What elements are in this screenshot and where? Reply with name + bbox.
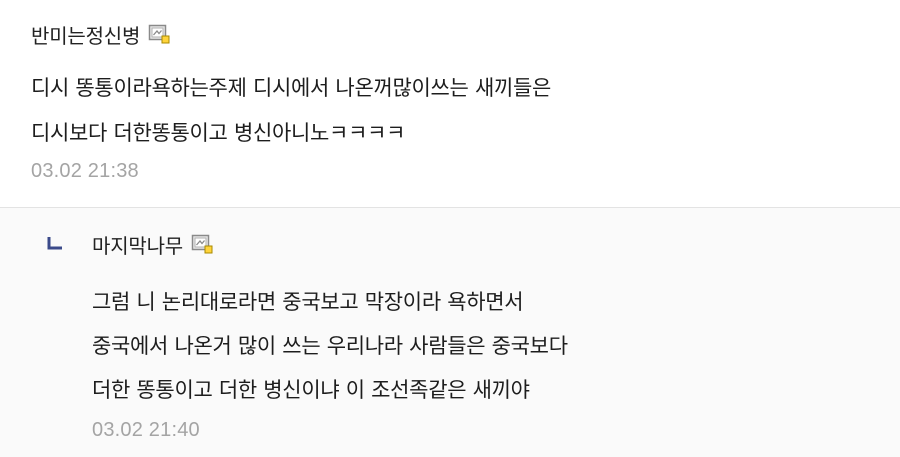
comment-item: 반미는정신병 디시 똥통이라욕하는주제 디시에서 나온꺼많이쓰는 새끼들은 디시…: [0, 0, 900, 208]
gallog-icon[interactable]: [191, 234, 213, 254]
comment-body: 디시 똥통이라욕하는주제 디시에서 나온꺼많이쓰는 새끼들은 디시보다 더한똥통…: [31, 66, 871, 156]
comment-header: 반미는정신병: [31, 18, 170, 50]
comment-date: 03.02 21:38: [31, 160, 139, 182]
reply-line: 그럼 니 논리대로라면 중국보고 막장이라 욕하면서: [92, 290, 524, 314]
reply-line: 중국에서 나온거 많이 쓰는 우리나라 사람들은 중국보다: [92, 334, 568, 358]
reply-body: 그럼 니 논리대로라면 중국보고 막장이라 욕하면서 중국에서 나온거 많이 쓰…: [92, 280, 882, 412]
comment-nickname[interactable]: 반미는정신병: [31, 20, 140, 49]
reply-date: 03.02 21:40: [92, 419, 200, 441]
reply-header: 마지막나무: [92, 228, 213, 260]
comment-line: 디시 똥통이라욕하는주제 디시에서 나온꺼많이쓰는 새끼들은: [31, 76, 552, 100]
reply-line: 더한 똥통이고 더한 병신이냐 이 조선족같은 새끼야: [92, 378, 530, 402]
reply-item: 마지막나무 그럼 니 논리대로라면 중국보고 막장이라 욕하면서 중국에서 나온…: [0, 208, 900, 457]
reply-nickname[interactable]: 마지막나무: [92, 230, 183, 259]
comment-line: 디시보다 더한똥통이고 병신아니노ㅋㅋㅋㅋ: [31, 121, 406, 145]
reply-arrow-icon: [47, 236, 63, 250]
gallog-icon[interactable]: [148, 24, 170, 44]
